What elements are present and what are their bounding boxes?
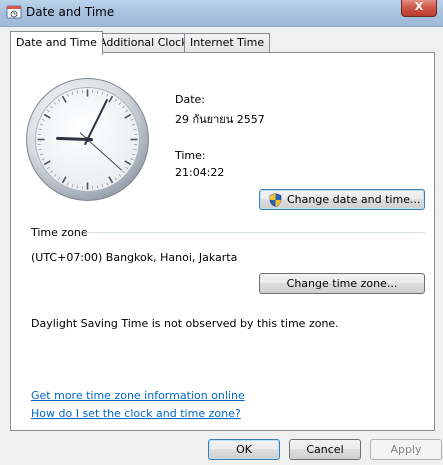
time-zone-group-label: Time zone xyxy=(31,226,88,239)
tab-date-and-time[interactable]: Date and Time xyxy=(10,31,103,55)
window-title: Date and Time xyxy=(26,5,115,19)
analog-clock xyxy=(26,78,149,201)
tab-label: Internet Time xyxy=(190,36,265,49)
close-icon: X xyxy=(414,0,424,13)
date-label: Date: xyxy=(175,93,205,106)
time-value: 21:04:22 xyxy=(175,166,225,179)
apply-button: Apply xyxy=(370,439,442,460)
cancel-button[interactable]: Cancel xyxy=(289,439,361,460)
title-bar[interactable]: Date and Time X xyxy=(0,0,443,27)
clock-center xyxy=(85,137,90,142)
uac-shield-icon xyxy=(269,193,282,207)
date-time-app-icon xyxy=(6,5,22,19)
tab-label: Date and Time xyxy=(16,36,97,49)
time-zone-divider xyxy=(86,232,425,233)
date-value: 29 กันยายน 2557 xyxy=(175,113,265,126)
apply-label: Apply xyxy=(390,443,422,456)
cancel-label: Cancel xyxy=(306,443,344,456)
ok-label: OK xyxy=(236,443,252,456)
more-time-zone-info-link[interactable]: Get more time zone information online xyxy=(31,389,245,402)
change-time-zone-label: Change time zone... xyxy=(286,277,398,290)
dst-note: Daylight Saving Time is not observed by … xyxy=(31,317,339,330)
change-time-zone-button[interactable]: Change time zone... xyxy=(259,273,425,294)
tab-label: Additional Clocks xyxy=(99,36,194,49)
time-label: Time: xyxy=(175,149,206,162)
time-zone-value: (UTC+07:00) Bangkok, Hanoi, Jakarta xyxy=(31,251,238,264)
ok-button[interactable]: OK xyxy=(208,439,280,460)
how-to-set-clock-link[interactable]: How do I set the clock and time zone? xyxy=(31,407,241,420)
close-button[interactable]: X xyxy=(401,0,437,17)
change-date-time-label: Change date and time... xyxy=(287,193,421,206)
tab-internet-time[interactable]: Internet Time xyxy=(184,33,271,54)
change-date-time-button[interactable]: Change date and time... xyxy=(259,189,425,210)
